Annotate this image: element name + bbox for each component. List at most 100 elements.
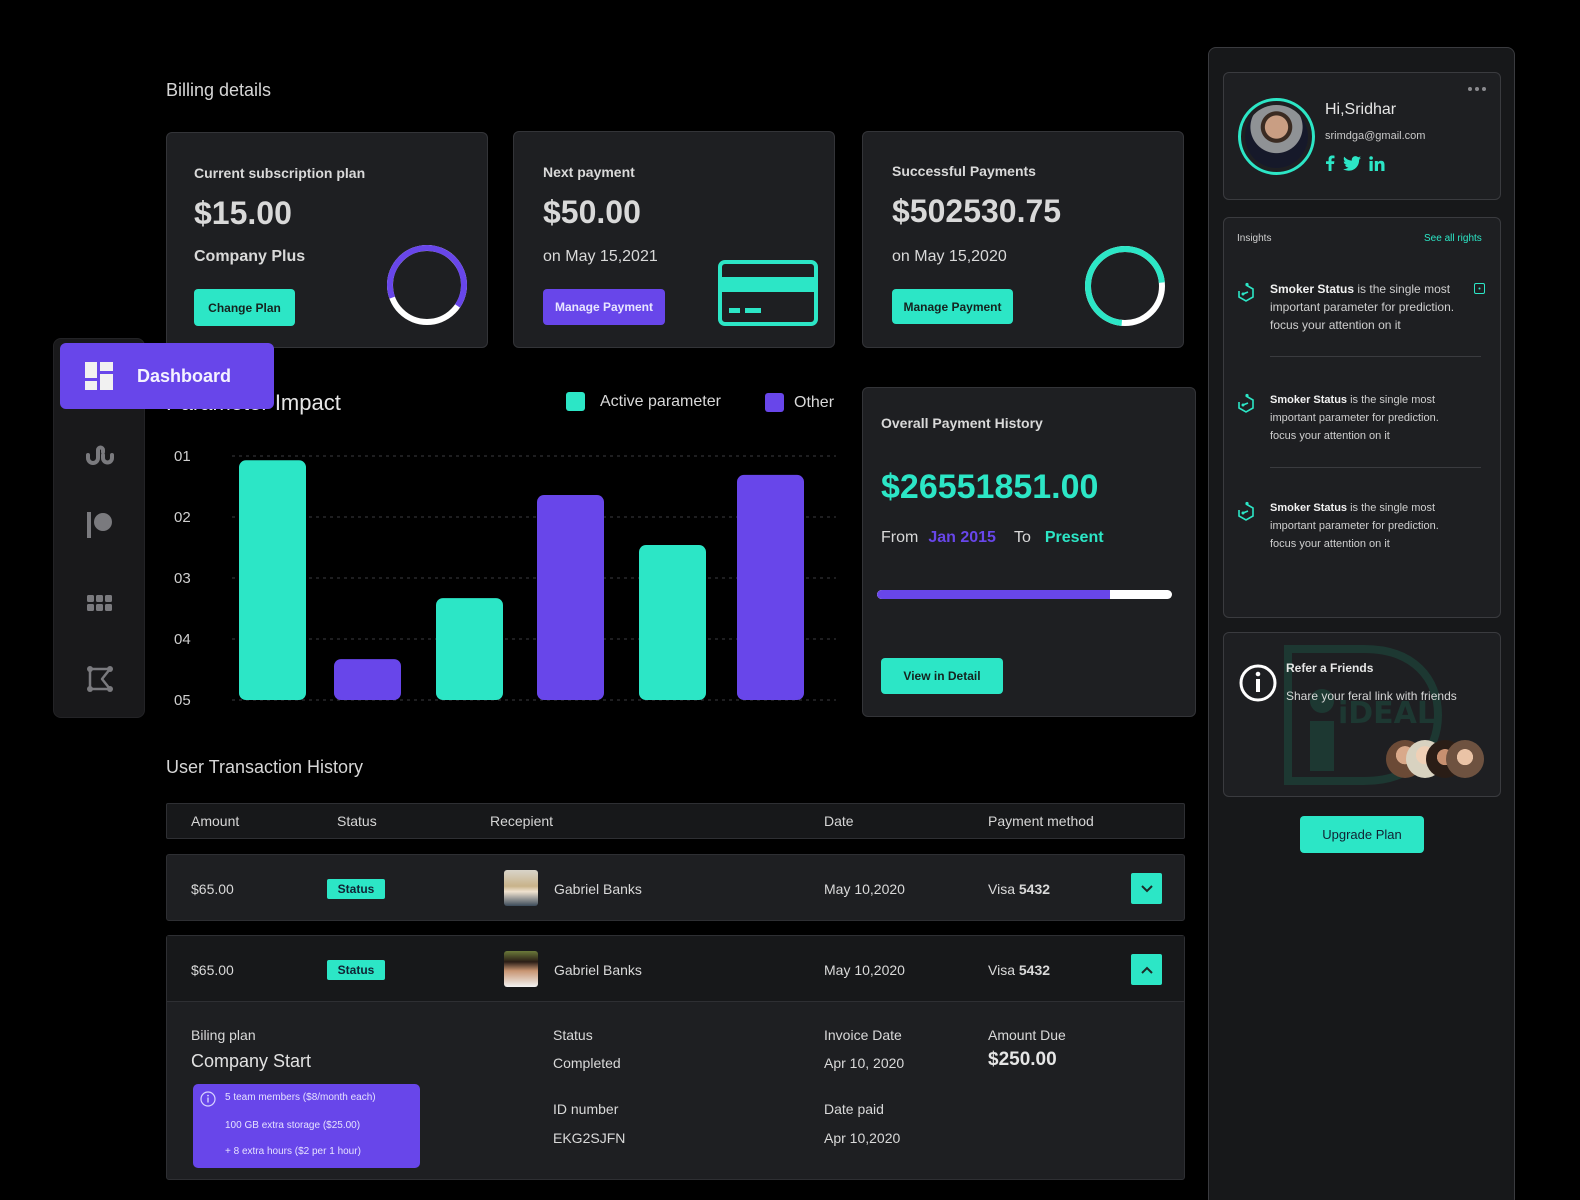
change-plan-button[interactable]: Change Plan xyxy=(194,289,295,326)
table-row-expanded: $65.00 Status Gabriel Banks May 10,2020 … xyxy=(166,935,1185,1180)
col-recipient: Recepient xyxy=(490,813,554,829)
plan-feature: + 8 extra hours ($2 per 1 hour) xyxy=(225,1146,361,1157)
social-links xyxy=(1325,155,1385,171)
payment-history-range: From Jan 2015 To Present xyxy=(881,529,1104,547)
row-recipient: Gabriel Banks xyxy=(554,962,642,978)
insights-card: Insights See all rights Smoker Status is… xyxy=(1223,217,1501,618)
refer-subtitle: Share your feral link with friends xyxy=(1286,689,1457,703)
close-icon[interactable] xyxy=(1474,283,1485,294)
card-brand: Visa xyxy=(988,962,1015,978)
col-date: Date xyxy=(824,813,854,829)
from-label: From xyxy=(881,529,919,546)
transactions-title: User Transaction History xyxy=(166,757,364,777)
profile-card: Hi,Sridhar srimdga@gmail.com xyxy=(1223,72,1501,200)
date-paid-label: Date paid xyxy=(824,1101,884,1117)
upgrade-plan-button[interactable]: Upgrade Plan xyxy=(1300,816,1424,853)
parameter-impact-chart: 01 02 03 04 05 xyxy=(174,448,836,709)
row-recipient: Gabriel Banks xyxy=(554,881,642,897)
chevron-up-icon xyxy=(1140,966,1153,974)
next-payment-label: Next payment xyxy=(543,164,635,180)
manage-payment-button[interactable]: Manage Payment xyxy=(543,289,665,325)
insight-bold: Smoker Status xyxy=(1270,282,1355,296)
detail-status-value: Completed xyxy=(553,1055,621,1071)
from-value: Jan 2015 xyxy=(928,529,996,546)
next-payment-amount: $50.00 xyxy=(543,194,641,230)
recipient-avatar xyxy=(504,951,538,987)
recipient-avatar xyxy=(504,870,538,906)
stumbleupon-icon xyxy=(86,445,114,465)
invoice-date-label: Invoice Date xyxy=(824,1027,902,1043)
transactions-header: Amount Status Recepient Date Payment met… xyxy=(166,803,1185,839)
profile-greeting: Hi,Sridhar xyxy=(1325,101,1397,118)
status-badge: Status xyxy=(327,879,385,899)
dashboard-icon xyxy=(85,362,113,390)
info-icon xyxy=(1239,664,1277,702)
manage-payment-button-2[interactable]: Manage Payment xyxy=(892,289,1013,324)
sidebar-item-vector[interactable] xyxy=(82,661,118,697)
insight-bold: Smoker Status xyxy=(1270,394,1348,406)
chevron-down-icon xyxy=(1140,884,1153,892)
refer-title: Refer a Friends xyxy=(1286,661,1374,675)
insight-text: Smoker Status is the single most importa… xyxy=(1270,280,1470,334)
insight-text: Smoker Status is the single most importa… xyxy=(1270,391,1455,445)
card-last4: 5432 xyxy=(1018,881,1051,897)
sidebar-item-stumbleupon[interactable] xyxy=(82,435,118,471)
legend-swatch-other xyxy=(765,393,784,412)
row-payment-method: Visa 5432 xyxy=(988,962,1050,978)
subscription-progress-ring xyxy=(387,245,467,325)
y-tick-label: 04 xyxy=(174,631,191,648)
table-row[interactable]: $65.00 Status Gabriel Banks May 10,2020 … xyxy=(167,936,1184,1002)
card-last4: 5432 xyxy=(1018,962,1051,978)
bar-other-2 xyxy=(334,659,401,700)
payment-history-total: $26551851.00 xyxy=(881,468,1099,506)
payment-progress-fill xyxy=(877,590,1111,599)
plan-feature: 5 team members ($8/month each) xyxy=(225,1092,376,1103)
legend-swatch-active xyxy=(566,392,585,411)
bar-active-5 xyxy=(639,545,706,700)
sidebar-item-dashboard[interactable]: Dashboard xyxy=(60,343,274,409)
insight-hexagon-icon xyxy=(1238,501,1254,521)
profile-avatar xyxy=(1238,98,1315,175)
amount-due-label: Amount Due xyxy=(988,1027,1066,1043)
collapse-row-button[interactable] xyxy=(1131,954,1162,985)
sidebar-item-patreon[interactable] xyxy=(82,507,118,543)
insight-bold: Smoker Status xyxy=(1270,502,1348,514)
legend-other: Other xyxy=(765,393,834,412)
date-paid-value: Apr 10,2020 xyxy=(824,1130,901,1146)
id-number-label: ID number xyxy=(553,1101,619,1117)
col-status: Status xyxy=(337,813,377,829)
insight-hexagon-icon xyxy=(1238,393,1254,413)
view-in-detail-button[interactable]: View in Detail xyxy=(881,658,1003,694)
linkedin-icon[interactable] xyxy=(1369,155,1385,171)
card-brand: Visa xyxy=(988,881,1015,897)
successful-payments-label: Successful Payments xyxy=(892,163,1036,179)
successful-payments-date: on May 15,2020 xyxy=(892,248,1007,265)
payment-progress-bar xyxy=(877,590,1172,599)
amount-due-value: $250.00 xyxy=(988,1049,1057,1070)
payment-history-title: Overall Payment History xyxy=(881,415,1043,431)
friend-avatars xyxy=(1386,740,1484,778)
successful-payments-card: Successful Payments $502530.75 on May 15… xyxy=(862,131,1184,348)
twitter-icon[interactable] xyxy=(1343,155,1361,171)
col-amount: Amount xyxy=(191,813,240,829)
table-row[interactable]: $65.00 Status Gabriel Banks May 10,2020 … xyxy=(166,854,1185,921)
page-title: Billing details xyxy=(166,80,272,100)
legend-active: Active parameter xyxy=(566,392,721,411)
successful-progress-ring xyxy=(1085,246,1165,326)
refer-card[interactable]: iDEAL Refer a Friends Share your feral l… xyxy=(1223,632,1501,797)
to-value: Present xyxy=(1044,529,1104,546)
more-horizontal-icon[interactable] xyxy=(1468,87,1486,91)
y-tick-label: 03 xyxy=(174,570,191,587)
sidebar-item-apps[interactable] xyxy=(82,585,118,621)
subscription-card: Current subscription plan $15.00 Company… xyxy=(166,132,488,348)
facebook-icon[interactable] xyxy=(1325,155,1335,171)
row-date: May 10,2020 xyxy=(824,881,905,897)
y-tick-label: 01 xyxy=(174,448,191,465)
see-all-link[interactable]: See all rights xyxy=(1424,233,1482,244)
expand-row-button[interactable] xyxy=(1131,873,1162,904)
legend-label-other: Other xyxy=(794,393,835,411)
to-label: To xyxy=(1013,529,1031,546)
friend-avatar xyxy=(1446,740,1484,778)
y-tick-label: 02 xyxy=(174,509,191,526)
payment-history-card: Overall Payment History $26551851.00 Fro… xyxy=(862,387,1196,717)
